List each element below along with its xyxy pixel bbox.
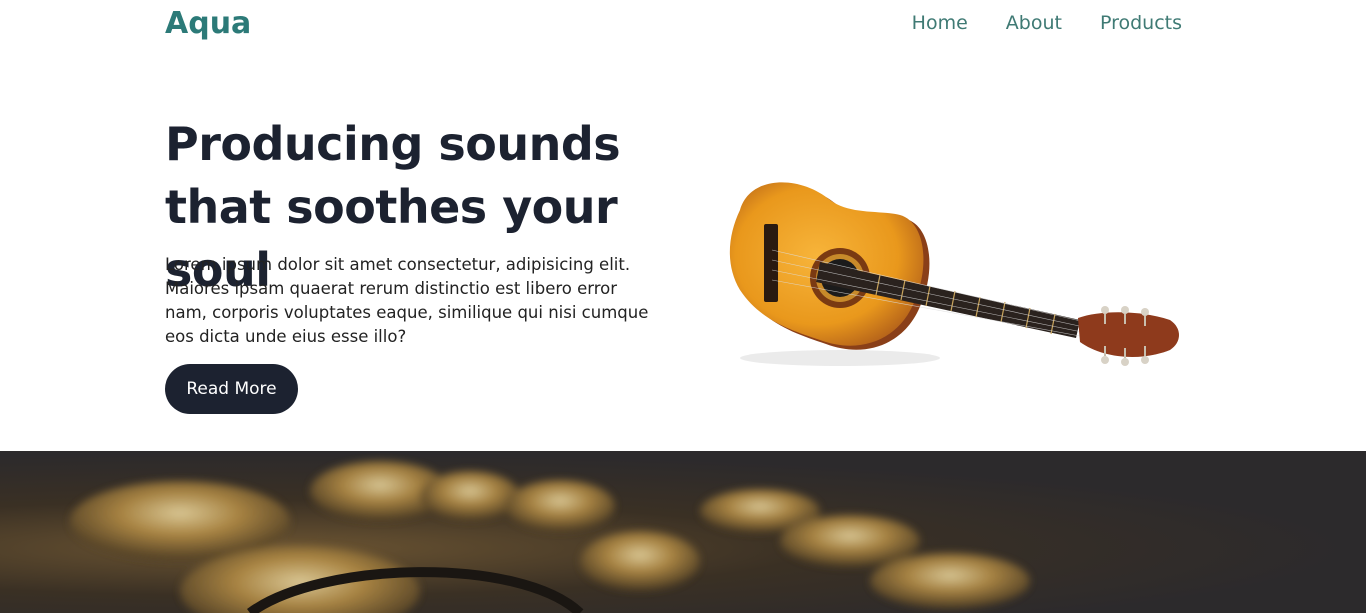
- saxophone-icon: [70, 461, 1030, 613]
- hero-description: Lorem ipsum dolor sit amet consectetur, …: [165, 255, 649, 346]
- site-logo[interactable]: Aqua: [165, 6, 251, 41]
- nav-link-products[interactable]: Products: [1100, 12, 1182, 34]
- main-nav: Home About Products: [912, 12, 1182, 34]
- nav-link-about[interactable]: About: [1006, 12, 1062, 34]
- nav-link-home[interactable]: Home: [912, 12, 968, 34]
- acoustic-guitar-image: [729, 182, 1179, 366]
- saxophone-background-image: [0, 451, 1366, 613]
- read-more-button[interactable]: Read More: [165, 364, 298, 414]
- top-navbar: Aqua Home About Products: [0, 0, 1366, 52]
